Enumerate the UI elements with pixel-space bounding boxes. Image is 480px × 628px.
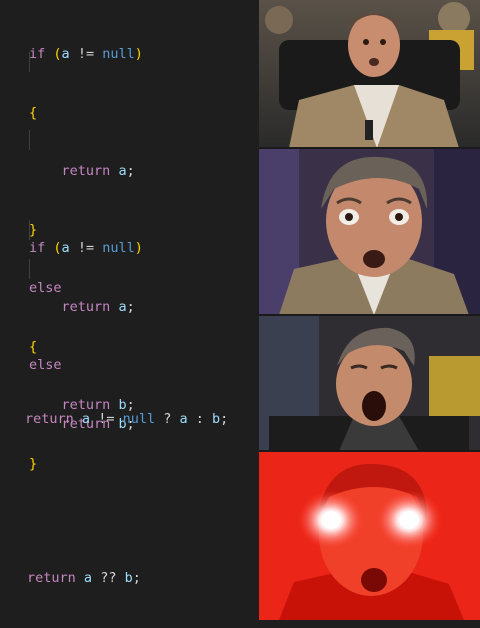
code-line: if (a != null) xyxy=(29,240,143,256)
code-line: { xyxy=(29,104,38,121)
glowing-eyes-red-man-panel xyxy=(259,452,480,620)
code-block-null-coalescing: return a ?? b; xyxy=(27,530,141,628)
code-line: return a; xyxy=(61,298,135,315)
shocked-man-panel xyxy=(259,149,480,315)
code-line: if (a != null) xyxy=(29,46,143,62)
code-line: return a ?? b; xyxy=(27,570,141,586)
reaction-column xyxy=(259,0,480,620)
code-block-ternary: return a != null ? a : b; xyxy=(25,371,228,469)
code-column: if (a != null) { return a; } else { retu… xyxy=(0,0,259,620)
surprised-man-panel xyxy=(259,0,480,148)
astonished-man-panel xyxy=(259,316,480,451)
code-line: return a != null ? a : b; xyxy=(25,411,229,427)
code-line: return a; xyxy=(61,163,135,179)
